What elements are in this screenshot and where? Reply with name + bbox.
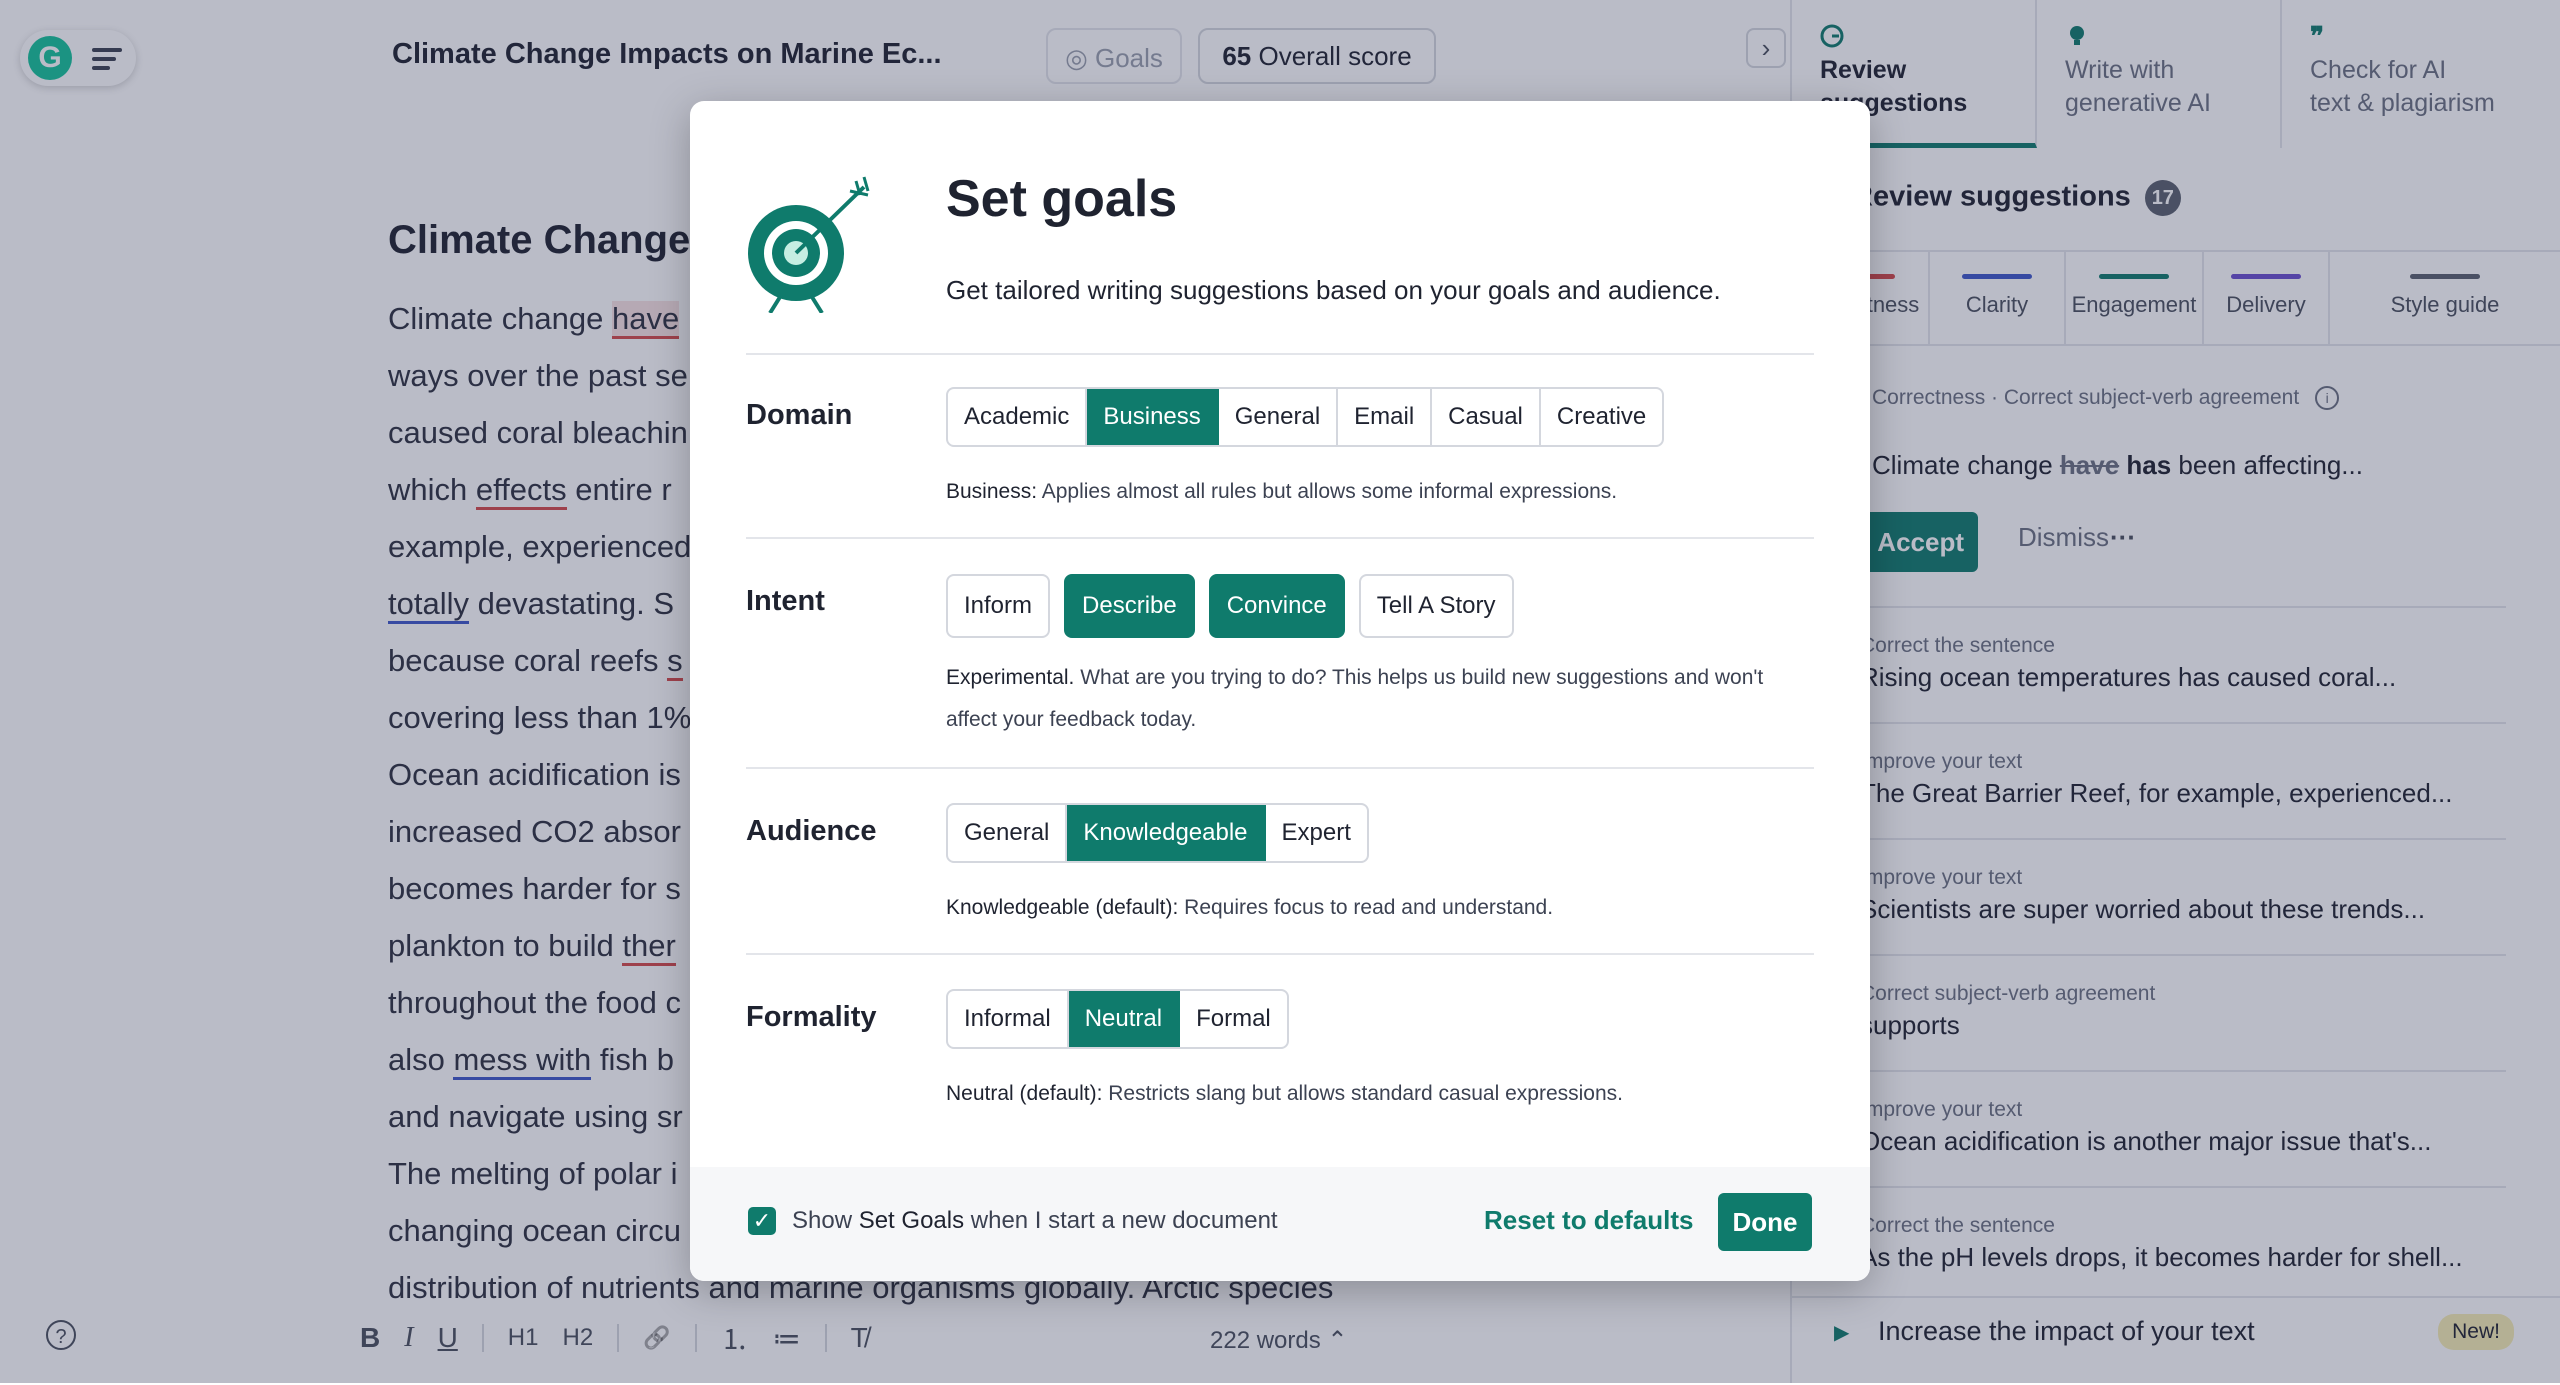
- divider: [746, 767, 1814, 769]
- formality-option-neutral[interactable]: Neutral: [1068, 991, 1181, 1047]
- audience-option-expert[interactable]: Expert: [1266, 805, 1367, 861]
- formality-option-formal[interactable]: Formal: [1180, 991, 1287, 1047]
- intent-option-tell-a-story[interactable]: Tell A Story: [1358, 574, 1514, 638]
- domain-option-academic[interactable]: Academic: [948, 389, 1088, 445]
- audience-option-general[interactable]: General: [948, 805, 1068, 861]
- dialog-footer: ✓ Show Set Goals when I start a new docu…: [690, 1167, 1870, 1281]
- audience-selector: General Knowledgeable Expert: [946, 803, 1369, 863]
- formality-description: Neutral (default): Restricts slang but a…: [946, 1082, 1623, 1105]
- dialog-title: Set goals: [946, 170, 1178, 228]
- domain-option-email[interactable]: Email: [1338, 389, 1433, 445]
- divider: [746, 537, 1814, 539]
- audience-option-knowledgeable[interactable]: Knowledgeable: [1067, 805, 1266, 861]
- domain-option-general[interactable]: General: [1219, 389, 1339, 445]
- reset-to-defaults-button[interactable]: Reset to defaults: [1484, 1205, 1694, 1236]
- audience-description: Knowledgeable (default): Requires focus …: [946, 896, 1554, 919]
- formality-option-informal[interactable]: Informal: [948, 991, 1069, 1047]
- checkmark-icon: ✓: [752, 1208, 772, 1233]
- intent-option-convince[interactable]: Convince: [1208, 574, 1345, 638]
- intent-description: Experimental. What are you trying to do?…: [946, 666, 1764, 731]
- done-button[interactable]: Done: [1718, 1193, 1812, 1251]
- domain-option-creative[interactable]: Creative: [1541, 389, 1662, 445]
- intent-option-describe[interactable]: Describe: [1064, 574, 1195, 638]
- domain-option-business[interactable]: Business: [1087, 389, 1219, 445]
- dialog-subtitle: Get tailored writing suggestions based o…: [946, 275, 1721, 305]
- domain-description: Business: Applies almost all rules but a…: [946, 480, 1618, 503]
- audience-label: Audience: [746, 815, 877, 847]
- show-set-goals-checkbox[interactable]: ✓: [748, 1207, 776, 1235]
- intent-label: Intent: [746, 585, 825, 617]
- formality-selector: Informal Neutral Formal: [946, 989, 1289, 1049]
- show-set-goals-label[interactable]: Show Set Goals when I start a new docume…: [792, 1207, 1278, 1235]
- domain-selector: Academic Business General Email Casual Creati…: [946, 387, 1665, 447]
- divider: [746, 953, 1814, 955]
- set-goals-dialog: Set goals Get tailored writing suggestio…: [690, 101, 1870, 1281]
- formality-label: Formality: [746, 1001, 877, 1033]
- intent-option-inform[interactable]: Inform: [946, 574, 1051, 638]
- divider: [746, 353, 1814, 355]
- intent-selector: Inform Describe Convince Tell A Story: [946, 574, 1514, 638]
- domain-option-casual[interactable]: Casual: [1432, 389, 1541, 445]
- domain-label: Domain: [746, 399, 853, 431]
- target-goal-icon: [748, 176, 870, 313]
